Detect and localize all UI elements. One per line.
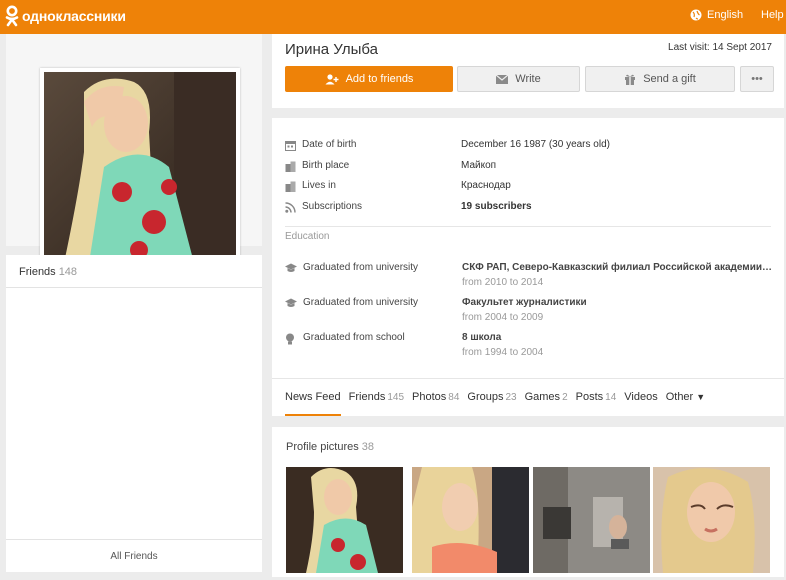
ok-logo[interactable]: одноклассники [5, 5, 126, 27]
profile-picture-thumb[interactable] [653, 467, 770, 573]
tab-news-feed[interactable]: News Feed [285, 391, 341, 416]
ok-logo-icon [5, 5, 19, 27]
education-header: Education [285, 231, 330, 242]
divider [285, 226, 771, 227]
help-link[interactable]: Help [761, 9, 784, 21]
graduation-cap-icon [285, 298, 297, 307]
tab-other[interactable]: Other ▼ [666, 391, 706, 415]
profile-picture-thumb[interactable] [286, 467, 403, 573]
friends-card: Friends 148 All Friends [6, 255, 262, 572]
gift-icon [625, 74, 636, 85]
add-user-icon [325, 73, 339, 84]
divider [6, 287, 262, 288]
rss-icon [285, 202, 296, 213]
building-icon [285, 181, 296, 192]
photo-thumbnail [286, 467, 403, 573]
profile-avatar[interactable] [40, 68, 240, 267]
user-name: Ирина Улыба [285, 41, 378, 58]
photo-thumbnail [653, 467, 770, 573]
avatar-photo-illustration [44, 72, 236, 263]
divider [272, 378, 784, 379]
tab-groups[interactable]: Groups 23 [467, 391, 516, 415]
tab-photos[interactable]: Photos 84 [412, 391, 459, 415]
profile-header-card: Ирина Улыба Last visit: 14 Sept 2017 Add… [272, 34, 784, 108]
profile-pictures-title[interactable]: Profile pictures 38 [286, 441, 374, 453]
top-bar: одноклассники English Help [0, 0, 786, 34]
tab-videos[interactable]: Videos [624, 391, 657, 415]
calendar-icon [285, 141, 296, 151]
friends-title[interactable]: Friends 148 [19, 266, 77, 278]
send-gift-button[interactable]: Send a gift [585, 66, 735, 92]
info-row-lives-in: Lives in Краснодар [285, 180, 775, 194]
profile-photo-card [6, 34, 262, 267]
tab-games[interactable]: Games 2 [525, 391, 568, 415]
info-row-subscriptions: Subscriptions 19 subscribers [285, 201, 775, 215]
friends-count: 148 [58, 266, 78, 278]
info-row-birthdate: Date of birth December 16 1987 (30 years… [285, 139, 775, 153]
photo-thumbnail [412, 467, 529, 573]
add-to-friends-button[interactable]: Add to friends [285, 66, 453, 92]
envelope-icon [496, 74, 509, 84]
info-row-birthplace: Birth place Майкоп [285, 160, 775, 174]
tab-friends[interactable]: Friends 145 [349, 391, 404, 415]
logo-text: одноклассники [22, 8, 126, 24]
all-friends-link[interactable]: All Friends [6, 551, 262, 562]
tab-posts[interactable]: Posts 14 [576, 391, 617, 415]
globe-icon [690, 9, 702, 21]
profile-info-card: Date of birth December 16 1987 (30 years… [272, 118, 784, 416]
language-label: English [707, 9, 744, 21]
photo-thumbnail [533, 467, 650, 573]
graduation-cap-icon [285, 263, 297, 272]
subscribers-link[interactable]: 19 subscribers [461, 201, 532, 212]
language-switch[interactable]: English [690, 9, 743, 21]
bulb-icon [286, 333, 294, 345]
profile-picture-thumb[interactable] [412, 467, 529, 573]
divider [6, 539, 262, 540]
caret-down-icon: ▼ [696, 392, 706, 402]
more-options-button[interactable]: ••• [740, 66, 774, 92]
profile-tabs: News Feed Friends 145 Photos 84 Groups 23 G… [285, 391, 713, 416]
profile-pictures-card: Profile pictures 38 [272, 427, 784, 577]
building-icon [285, 161, 296, 172]
last-visit: Last visit: 14 Sept 2017 [668, 42, 772, 53]
write-button[interactable]: Write [457, 66, 580, 92]
profile-picture-thumb[interactable] [533, 467, 650, 573]
